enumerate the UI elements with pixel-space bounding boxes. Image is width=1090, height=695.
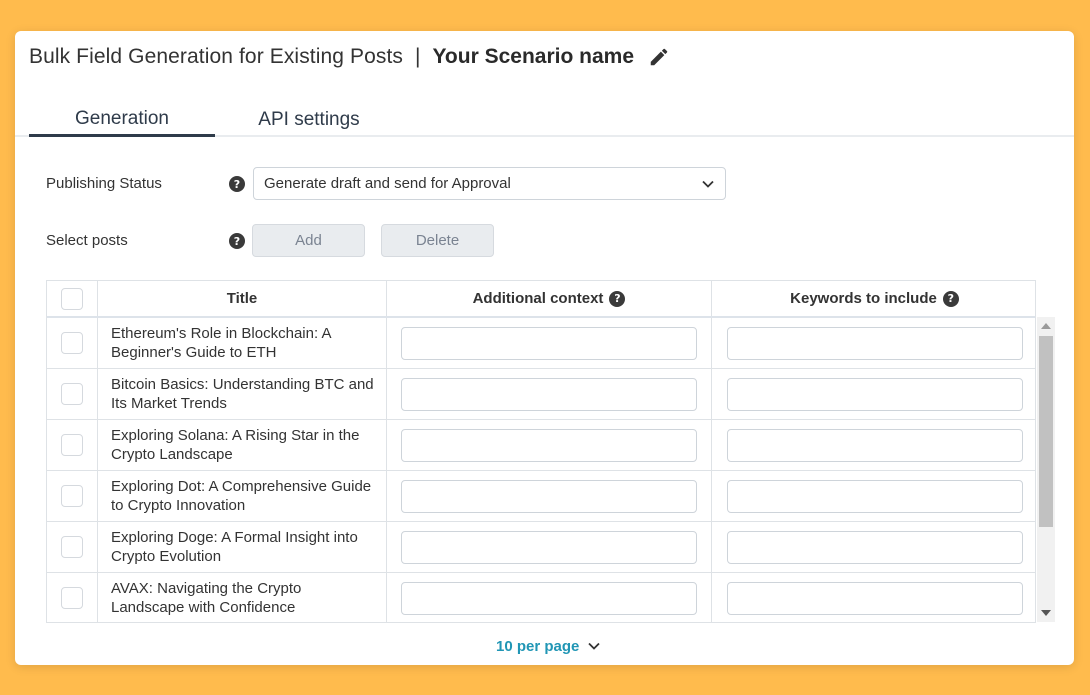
column-title-label: Title xyxy=(226,290,258,307)
tab-bar: Generation API settings xyxy=(15,103,1074,137)
scenario-name: Your Scenario name xyxy=(432,45,634,68)
row-checkbox-cell xyxy=(47,420,98,470)
table-row: Bitcoin Basics: Understanding BTC and It… xyxy=(47,369,1035,420)
keywords-input[interactable] xyxy=(726,581,1023,615)
keywords-input[interactable] xyxy=(726,428,1023,462)
row-title: Exploring Doge: A Formal Insight into Cr… xyxy=(98,522,387,572)
add-button[interactable]: Add xyxy=(252,224,365,257)
table-row: AVAX: Navigating the Crypto Landscape wi… xyxy=(47,573,1035,622)
context-cell xyxy=(387,420,712,470)
context-input[interactable] xyxy=(401,581,697,615)
help-icon[interactable]: ? xyxy=(942,290,959,307)
help-icon[interactable]: ? xyxy=(609,290,626,307)
main-card: Bulk Field Generation for Existing Posts… xyxy=(15,31,1074,665)
title-separator: | xyxy=(415,45,421,68)
scroll-down-arrow-icon[interactable] xyxy=(1041,610,1051,616)
per-page-dropdown[interactable]: 10 per page xyxy=(496,636,601,656)
context-input[interactable] xyxy=(401,428,697,462)
keywords-input[interactable] xyxy=(726,530,1023,564)
row-checkbox-cell xyxy=(47,573,98,622)
keywords-input[interactable] xyxy=(726,326,1023,360)
context-cell xyxy=(387,471,712,521)
select-all-checkbox[interactable] xyxy=(61,287,83,310)
keywords-cell xyxy=(712,471,1035,521)
keywords-cell xyxy=(712,318,1035,368)
posts-table: Title Additional context ? Keywords to i… xyxy=(46,280,1036,623)
tab-api-settings[interactable]: API settings xyxy=(215,103,403,137)
chevron-down-icon xyxy=(702,180,714,188)
context-input[interactable] xyxy=(401,530,697,564)
table-body: Ethereum's Role in Blockchain: A Beginne… xyxy=(47,318,1035,622)
help-icon[interactable]: ? xyxy=(229,176,245,192)
context-cell xyxy=(387,369,712,419)
context-cell xyxy=(387,522,712,572)
row-title: Bitcoin Basics: Understanding BTC and It… xyxy=(98,369,387,419)
column-additional-context: Additional context ? xyxy=(387,281,712,316)
column-context-label: Additional context xyxy=(472,290,604,307)
chevron-down-icon xyxy=(588,642,601,650)
select-posts-label: Select posts xyxy=(46,232,128,249)
keywords-input[interactable] xyxy=(726,479,1023,513)
table-header: Title Additional context ? Keywords to i… xyxy=(47,281,1035,318)
help-icon[interactable]: ? xyxy=(229,233,245,249)
header: Bulk Field Generation for Existing Posts… xyxy=(29,44,670,70)
table-row: Exploring Doge: A Formal Insight into Cr… xyxy=(47,522,1035,573)
keywords-cell xyxy=(712,369,1035,419)
row-checkbox[interactable] xyxy=(61,536,83,558)
row-checkbox[interactable] xyxy=(61,332,83,354)
column-title: Title xyxy=(98,281,387,316)
row-checkbox-cell xyxy=(47,522,98,572)
row-checkbox[interactable] xyxy=(61,485,83,507)
keywords-cell xyxy=(712,420,1035,470)
publishing-status-value: Generate draft and send for Approval xyxy=(264,175,511,192)
row-title: Exploring Solana: A Rising Star in the C… xyxy=(98,420,387,470)
scroll-up-arrow-icon[interactable] xyxy=(1041,323,1051,329)
row-checkbox[interactable] xyxy=(61,587,83,609)
row-checkbox[interactable] xyxy=(61,383,83,405)
context-input[interactable] xyxy=(401,326,697,360)
row-checkbox-cell xyxy=(47,471,98,521)
keywords-cell xyxy=(712,522,1035,572)
column-keywords-label: Keywords to include xyxy=(790,290,937,307)
tab-generation[interactable]: Generation xyxy=(29,103,215,137)
page-title: Bulk Field Generation for Existing Posts xyxy=(29,45,404,68)
delete-button[interactable]: Delete xyxy=(381,224,494,257)
row-checkbox[interactable] xyxy=(61,434,83,456)
per-page-label: 10 per page xyxy=(496,637,580,655)
publishing-status-label: Publishing Status xyxy=(46,175,162,192)
row-title: Ethereum's Role in Blockchain: A Beginne… xyxy=(98,318,387,368)
context-cell xyxy=(387,318,712,368)
row-title: AVAX: Navigating the Crypto Landscape wi… xyxy=(98,573,387,622)
row-checkbox-cell xyxy=(47,318,98,368)
table-row: Ethereum's Role in Blockchain: A Beginne… xyxy=(47,318,1035,369)
keywords-input[interactable] xyxy=(726,377,1023,411)
pencil-icon[interactable] xyxy=(648,46,670,68)
context-input[interactable] xyxy=(401,377,697,411)
scroll-thumb[interactable] xyxy=(1039,336,1053,527)
context-input[interactable] xyxy=(401,479,697,513)
context-cell xyxy=(387,573,712,622)
keywords-cell xyxy=(712,573,1035,622)
header-checkbox-cell xyxy=(47,281,98,316)
table-scrollbar[interactable] xyxy=(1037,317,1055,622)
table-row: Exploring Solana: A Rising Star in the C… xyxy=(47,420,1035,471)
column-keywords: Keywords to include ? xyxy=(712,281,1035,316)
row-checkbox-cell xyxy=(47,369,98,419)
table-row: Exploring Dot: A Comprehensive Guide to … xyxy=(47,471,1035,522)
row-title: Exploring Dot: A Comprehensive Guide to … xyxy=(98,471,387,521)
publishing-status-select[interactable]: Generate draft and send for Approval xyxy=(253,167,726,200)
